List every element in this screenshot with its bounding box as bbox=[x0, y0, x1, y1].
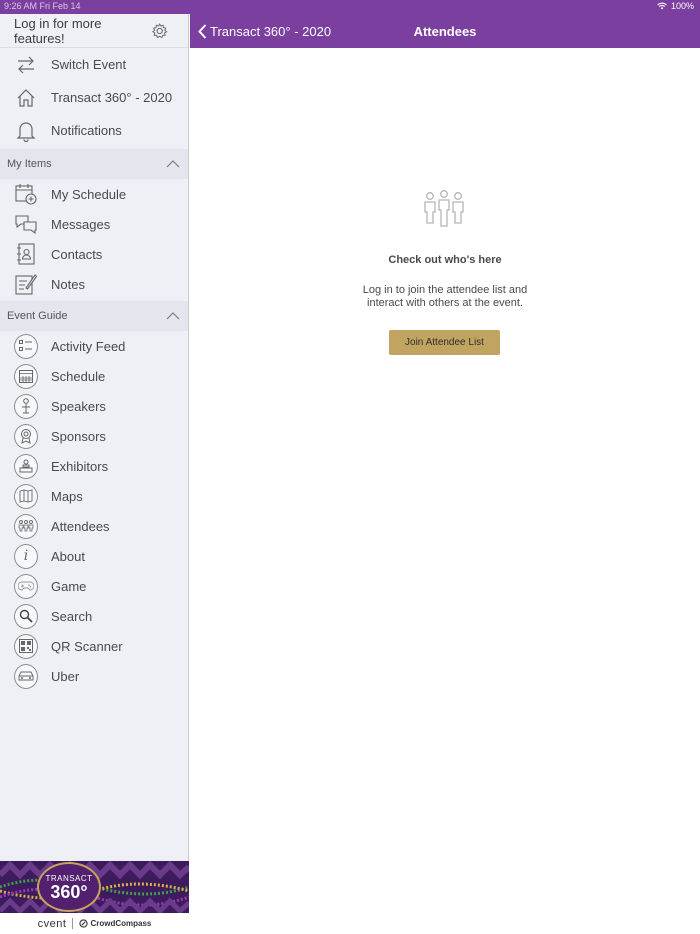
sidebar-item-event-home[interactable]: Transact 360° - 2020 bbox=[0, 81, 188, 114]
sidebar-item-label: Contacts bbox=[51, 246, 103, 262]
sidebar-item-qr-scanner[interactable]: QR Scanner bbox=[0, 631, 188, 661]
cvent-logo: cvent bbox=[37, 917, 67, 930]
sidebar-item-sponsors[interactable]: Sponsors bbox=[0, 421, 188, 451]
sidebar-item-label: Uber bbox=[51, 668, 80, 684]
home-icon bbox=[14, 86, 38, 110]
switch-arrows-icon bbox=[14, 53, 38, 77]
sidebar-header: Log in for more features! bbox=[0, 14, 188, 48]
info-icon: i bbox=[14, 543, 38, 569]
sidebar-item-attendees[interactable]: Attendees bbox=[0, 511, 188, 541]
sidebar-item-game[interactable]: Game bbox=[0, 571, 188, 601]
section-title: Event Guide bbox=[7, 310, 68, 322]
activity-feed-icon bbox=[14, 333, 38, 359]
section-event-guide[interactable]: Event Guide bbox=[0, 301, 188, 331]
crowdcompass-logo: CrowdCompass bbox=[79, 919, 151, 928]
sidebar-item-label: Speakers bbox=[51, 398, 106, 414]
people-icon bbox=[424, 190, 464, 227]
contact-book-icon bbox=[14, 242, 38, 266]
sidebar-item-notifications[interactable]: Notifications bbox=[0, 114, 188, 147]
event-banner: TRANSACT 360° cvent CrowdCompass bbox=[0, 861, 189, 934]
sidebar-item-activity-feed[interactable]: Activity Feed bbox=[0, 331, 188, 361]
game-icon bbox=[14, 573, 38, 599]
divider bbox=[72, 918, 74, 929]
sidebar-item-label: Messages bbox=[51, 216, 111, 232]
join-attendee-list-button[interactable]: Join Attendee List bbox=[389, 330, 500, 355]
sidebar-item-label: Search bbox=[51, 608, 93, 624]
sidebar-item-schedule[interactable]: Schedule bbox=[0, 361, 188, 391]
speaker-icon bbox=[14, 393, 38, 419]
sidebar-item-label: Maps bbox=[51, 488, 83, 504]
sidebar-item-search[interactable]: Search bbox=[0, 601, 188, 631]
sidebar-item-uber[interactable]: Uber bbox=[0, 661, 188, 691]
sidebar-item-label: Switch Event bbox=[51, 57, 127, 72]
sidebar-item-notes[interactable]: Notes bbox=[0, 269, 188, 299]
calendar-add-icon bbox=[14, 182, 38, 206]
sidebar-item-label: Activity Feed bbox=[51, 338, 126, 354]
battery-percent: 100% bbox=[670, 1, 694, 11]
sidebar-item-label: Game bbox=[51, 578, 87, 594]
map-icon bbox=[14, 483, 38, 509]
transact-360-logo: TRANSACT 360° bbox=[37, 862, 101, 912]
calendar-icon bbox=[14, 363, 38, 389]
sidebar-item-label: Exhibitors bbox=[51, 458, 109, 474]
sidebar-item-label: Schedule bbox=[51, 368, 106, 384]
search-icon bbox=[14, 603, 38, 629]
sidebar-item-switch-event[interactable]: Switch Event bbox=[0, 48, 188, 81]
navigation-bar: Transact 360° - 2020 Attendees bbox=[190, 14, 700, 48]
sidebar-item-my-schedule[interactable]: My Schedule bbox=[0, 179, 188, 209]
ribbon-icon bbox=[14, 423, 38, 449]
section-my-items[interactable]: My Items bbox=[0, 149, 188, 179]
note-pencil-icon bbox=[14, 272, 38, 296]
empty-state-description: Log in to join the attendee list and int… bbox=[362, 284, 528, 309]
attendees-empty-state: Check out who's here Log in to join the … bbox=[190, 48, 700, 934]
chevron-up-icon bbox=[166, 312, 180, 320]
sidebar-item-label: Notifications bbox=[51, 123, 122, 138]
sidebar-item-exhibitors[interactable]: Exhibitors bbox=[0, 451, 188, 481]
sidebar-item-label: QR Scanner bbox=[51, 638, 123, 654]
car-icon bbox=[14, 663, 38, 689]
sidebar: Log in for more features! Switch Event T… bbox=[0, 14, 189, 934]
crowdcompass-mark-icon bbox=[79, 919, 89, 928]
sidebar-item-label: Transact 360° - 2020 bbox=[51, 90, 173, 105]
sidebar-item-contacts[interactable]: Contacts bbox=[0, 239, 188, 269]
sidebar-item-label: Notes bbox=[51, 276, 85, 292]
gear-icon[interactable] bbox=[151, 22, 168, 40]
people-icon bbox=[14, 513, 38, 539]
empty-state-title: Check out who's here bbox=[388, 254, 502, 266]
page-title: Attendees bbox=[413, 23, 477, 39]
status-bar: 9:26 AM Fri Feb 14 100% bbox=[0, 0, 700, 14]
sidebar-item-speakers[interactable]: Speakers bbox=[0, 391, 188, 421]
banner-art: TRANSACT 360° bbox=[0, 861, 189, 913]
sidebar-item-messages[interactable]: Messages bbox=[0, 209, 188, 239]
bell-icon bbox=[14, 119, 38, 143]
banner-footer: cvent CrowdCompass bbox=[0, 913, 189, 934]
sidebar-item-label: My Schedule bbox=[51, 186, 127, 202]
section-title: My Items bbox=[7, 158, 52, 170]
sidebar-item-label: Sponsors bbox=[51, 428, 106, 444]
chat-bubbles-icon bbox=[14, 212, 38, 236]
sidebar-item-label: About bbox=[51, 548, 85, 564]
qr-code-icon bbox=[14, 633, 38, 659]
exhibitor-icon bbox=[14, 453, 38, 479]
status-right: 100% bbox=[657, 1, 694, 11]
status-time: 9:26 AM Fri Feb 14 bbox=[4, 1, 81, 11]
chevron-up-icon bbox=[166, 160, 180, 168]
sidebar-item-about[interactable]: i About bbox=[0, 541, 188, 571]
login-prompt[interactable]: Log in for more features! bbox=[14, 16, 151, 46]
wifi-icon bbox=[657, 2, 667, 10]
sidebar-item-maps[interactable]: Maps bbox=[0, 481, 188, 511]
sidebar-item-label: Attendees bbox=[51, 518, 110, 534]
